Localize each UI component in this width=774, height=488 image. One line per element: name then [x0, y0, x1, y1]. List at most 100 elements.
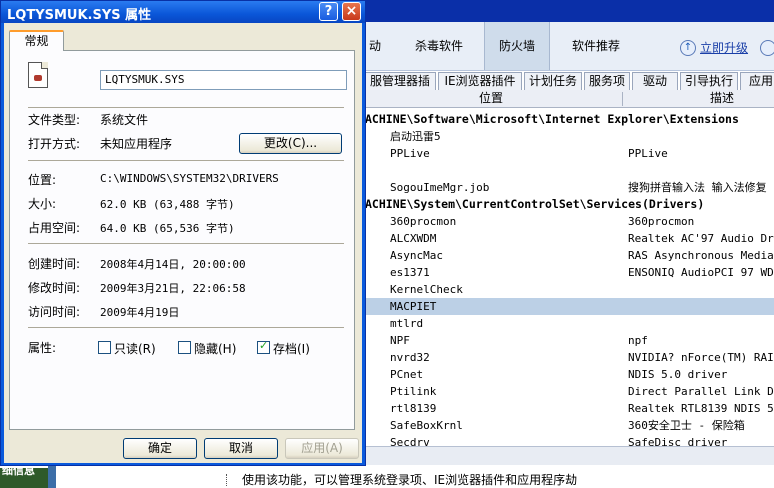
item-description: Direct Parallel Link Driv — [628, 385, 774, 398]
archive-checkbox[interactable]: ✓ — [257, 339, 270, 354]
list-item[interactable]: MACPIET — [360, 298, 774, 315]
item-name: KernelCheck — [390, 283, 463, 296]
size-on-disk-label: 占用空间: — [28, 221, 81, 235]
app-title-bar — [340, 0, 774, 22]
toolbar-tab-firewall[interactable]: 防火墙 — [484, 22, 550, 70]
list-item[interactable]: NPF npf — [360, 332, 774, 349]
properties-dialog: LQTYSMUK.SYS 属性 ? × 常规 LQTYSMUK.SYS 文件类型… — [0, 0, 366, 466]
list-item[interactable]: mtlrd — [360, 315, 774, 332]
size-on-disk-value: 64.0 KB (65,536 字节) — [100, 222, 235, 235]
list-item[interactable]: nvrd32 NVIDIA? nForce(TM) RAID D — [360, 349, 774, 366]
item-description: 搜狗拼音输入法 输入法修复 — [628, 181, 767, 194]
column-header-description[interactable]: 描述 — [624, 90, 774, 107]
group-row[interactable]: ACHINE\Software\Microsoft\Internet Explo… — [360, 111, 774, 128]
extra-icon[interactable] — [760, 40, 774, 56]
subtab-drivers[interactable]: 驱动 — [632, 72, 678, 90]
item-description: PPLive — [628, 147, 668, 160]
list-item[interactable] — [360, 162, 774, 179]
item-description: 360procmon — [628, 215, 695, 228]
item-name: SogouImeMgr.job — [390, 181, 490, 194]
item-name: PCnet — [390, 368, 424, 381]
dialog-title: LQTYSMUK.SYS 属性 — [7, 8, 152, 23]
subtab-ie-plugins[interactable]: IE浏览器插件 — [438, 72, 522, 90]
item-name: ALCXWDM — [390, 232, 437, 245]
subtab-scheduled-tasks[interactable]: 计划任务 — [524, 72, 582, 90]
cancel-button[interactable]: 取消 — [204, 438, 278, 459]
list-item[interactable]: es1371 ENSONIQ AudioPCI 97 WDM A — [360, 264, 774, 281]
accessed-label: 访问时间: — [28, 305, 81, 319]
close-button[interactable]: × — [342, 2, 361, 21]
list-item[interactable]: ALCXWDM Realtek AC'97 Audio Drive — [360, 230, 774, 247]
readonly-label[interactable]: 只读(R) — [114, 340, 156, 357]
modified-value: 2009年3月21日, 22:06:58 — [100, 282, 246, 295]
accessed-value: 2009年4月19日 — [100, 306, 180, 319]
item-description: ENSONIQ AudioPCI 97 WDM A — [628, 266, 774, 279]
archive-label[interactable]: 存档(I) — [273, 340, 310, 357]
group-path: ACHINE\Software\Microsoft\Internet Explo… — [365, 112, 739, 126]
readonly-checkbox[interactable] — [98, 341, 111, 354]
dialog-title-bar[interactable]: LQTYSMUK.SYS 属性 ? × — [1, 1, 365, 23]
list-item[interactable]: rtl8139 Realtek RTL8139 NDIS 5.0 — [360, 400, 774, 417]
dialog-body: 常规 LQTYSMUK.SYS 文件类型: 系统文件 打开方式: 未知应用程序 … — [4, 23, 362, 463]
list-item[interactable]: SogouImeMgr.job 搜狗拼音输入法 输入法修复 — [360, 179, 774, 196]
tab-general[interactable]: 常规 — [9, 30, 64, 51]
item-description: Realtek RTL8139 NDIS 5.0 — [628, 402, 774, 415]
list-item[interactable]: KernelCheck — [360, 281, 774, 298]
toolbar-tab-antivirus[interactable]: 杀毒软件 — [400, 22, 478, 70]
list-item[interactable]: Ptilink Direct Parallel Link Driv — [360, 383, 774, 400]
apply-button[interactable]: 应用(A) — [285, 438, 359, 459]
created-value: 2008年4月14日, 20:00:00 — [100, 258, 246, 271]
hidden-checkbox[interactable] — [178, 341, 191, 354]
list-item[interactable]: AsyncMac RAS Asynchronous Media Dr — [360, 247, 774, 264]
separator — [28, 160, 344, 161]
item-name: NPF — [390, 334, 410, 347]
hidden-label[interactable]: 隐藏(H) — [194, 340, 236, 357]
column-separator[interactable] — [622, 92, 623, 106]
item-name: mtlrd — [390, 317, 424, 330]
subtab-applications[interactable]: 应用 — [740, 72, 774, 90]
details-strip: 细信息 — [0, 464, 48, 488]
separator — [28, 107, 344, 108]
filename-field[interactable]: LQTYSMUK.SYS — [100, 70, 347, 90]
item-name: AsyncMac — [390, 249, 443, 262]
item-name: es1371 — [390, 266, 430, 279]
item-name: Ptilink — [390, 385, 437, 398]
list-bottom-border — [360, 446, 774, 465]
list-item[interactable]: SafeBoxKrnl 360安全卫士 - 保险箱 — [360, 417, 774, 434]
strip-accent — [48, 464, 56, 488]
location-value: C:\WINDOWS\SYSTEM32\DRIVERS — [100, 172, 279, 185]
subtab-service-plugins[interactable]: 服管理器插件 — [364, 72, 436, 105]
column-header-position[interactable]: 位置 — [360, 90, 622, 107]
open-with-label: 打开方式: — [28, 137, 81, 151]
upgrade-link[interactable]: ↑ 立即升级 — [680, 38, 748, 58]
group-path: ACHINE\System\CurrentControlSet\Services… — [365, 197, 705, 211]
item-description: 360安全卫士 - 保险箱 — [628, 419, 745, 432]
gear-icon — [34, 75, 42, 81]
item-description: Realtek AC'97 Audio Drive — [628, 232, 774, 245]
size-label: 大小: — [28, 197, 57, 211]
change-button[interactable]: 更改(C)... — [239, 133, 342, 154]
status-description: 使用该功能，可以管理系统登录项、IE浏览器插件和应用程序劫 — [242, 473, 578, 487]
status-marker — [226, 474, 237, 486]
upgrade-icon: ↑ — [680, 40, 696, 56]
ok-button[interactable]: 确定 — [123, 438, 197, 459]
checkmark-icon: ✓ — [259, 339, 269, 352]
list-item[interactable]: PPLive PPLive — [360, 145, 774, 162]
item-description: NDIS 5.0 driver — [628, 368, 728, 381]
list-item[interactable]: PCnet NDIS 5.0 driver — [360, 366, 774, 383]
list-item[interactable]: 启动迅雷5 — [360, 128, 774, 145]
item-name: nvrd32 — [390, 351, 430, 364]
item-name: MACPIET — [390, 300, 437, 313]
help-button[interactable]: ? — [319, 2, 338, 21]
attributes-label: 属性: — [28, 341, 57, 355]
toolbar-tab-software[interactable]: 软件推荐 — [560, 22, 632, 70]
separator — [28, 243, 344, 244]
subtab-boot-execute[interactable]: 引导执行 — [680, 72, 738, 90]
file-type-value: 系统文件 — [100, 113, 149, 127]
created-label: 创建时间: — [28, 257, 81, 271]
subtab-services[interactable]: 服务项 — [584, 72, 630, 90]
list-item[interactable]: 360procmon 360procmon — [360, 213, 774, 230]
item-name: SafeBoxKrnl — [390, 419, 463, 432]
file-type-label: 文件类型: — [28, 113, 81, 127]
group-row[interactable]: ACHINE\System\CurrentControlSet\Services… — [360, 196, 774, 213]
